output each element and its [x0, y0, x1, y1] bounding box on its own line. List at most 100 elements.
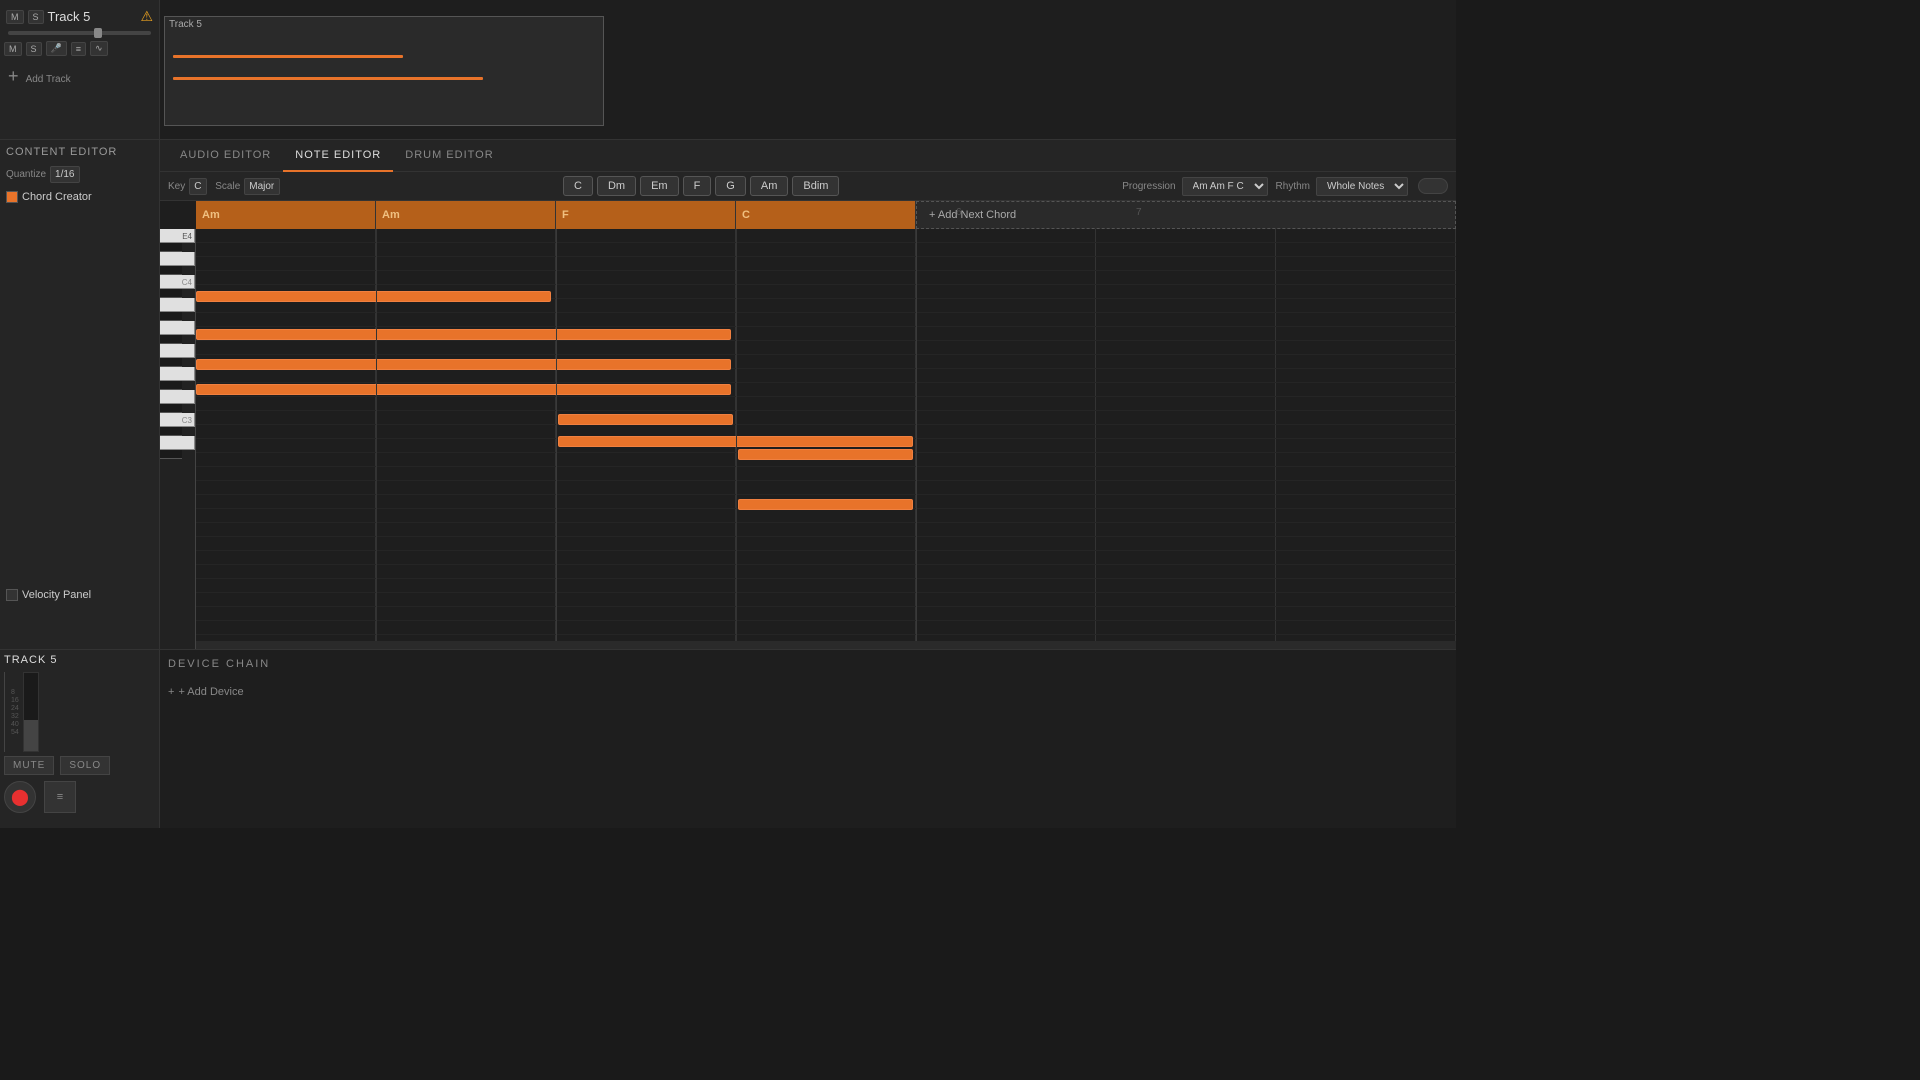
piano-key-white[interactable]: E4 — [160, 229, 195, 243]
piano-key-black[interactable] — [160, 381, 182, 390]
db-32: 32 — [11, 713, 19, 720]
grid-num-6: 6 — [956, 207, 962, 218]
chord-seg-f[interactable]: F — [556, 201, 736, 229]
record-button[interactable]: ⬤ — [4, 781, 36, 813]
piano-key-black[interactable] — [160, 427, 182, 436]
middle-section: Content Editor Quantize 1/16 1/8 1/4 Cho… — [0, 140, 1456, 650]
volume-indicator — [4, 672, 5, 752]
track5-clip[interactable]: Track 5 — [164, 16, 604, 126]
rhythm-row: Rhythm Whole Notes Half Notes — [1276, 177, 1448, 196]
track-header: M S Track 5 ⚠ M S 🎤 ≡ ∿ + Add Track — [0, 0, 160, 139]
content-editor-title: Content Editor — [6, 146, 153, 158]
piano-keys-upper: E4 C4 C3 — [160, 229, 195, 509]
record-arm-button[interactable]: 🎤 — [46, 41, 67, 56]
piano-key-black[interactable] — [160, 358, 182, 367]
piano-key-white[interactable] — [160, 252, 195, 266]
track5-bottom-label: TRACK 5 — [4, 654, 155, 666]
horizontal-scrollbar[interactable] — [196, 641, 1456, 649]
piano-key-black[interactable] — [160, 266, 182, 275]
chord-am[interactable]: Am — [750, 176, 789, 196]
chord-creator-checkbox[interactable] — [6, 191, 18, 203]
sync-toggle[interactable] — [1418, 178, 1448, 194]
track-header-top: M S Track 5 ⚠ — [4, 4, 155, 29]
volume-section: 8 16 24 32 40 54 — [4, 672, 155, 752]
mute-button[interactable]: MUTE — [4, 756, 54, 775]
timeline-area: Track 5 — [160, 0, 1456, 139]
progression-select[interactable]: Am Am F C — [1182, 177, 1268, 196]
s-button-2[interactable]: S — [26, 42, 42, 56]
bar-line-4 — [736, 229, 737, 649]
m-button[interactable]: M — [6, 10, 24, 24]
eq-button[interactable]: ≡ — [44, 781, 76, 813]
solo-button[interactable]: SOLO — [60, 756, 110, 775]
piano-key-black[interactable] — [160, 312, 182, 321]
key-select[interactable]: CDEFG — [189, 178, 207, 195]
m-button-2[interactable]: M — [4, 42, 22, 56]
piano-key-black[interactable] — [160, 335, 182, 344]
add-chord-button[interactable]: + Add Next Chord — [916, 201, 1456, 229]
piano-key-white[interactable] — [160, 436, 195, 450]
key-label: Key — [168, 181, 185, 192]
bottom-section: TRACK 5 8 16 24 32 40 54 MUTE SOLO ⬤ ≡ D — [0, 650, 1456, 828]
quantize-select[interactable]: 1/16 1/8 1/4 — [50, 166, 80, 183]
progression-label: Progression — [1122, 181, 1175, 192]
chord-bdim[interactable]: Bdim — [792, 176, 839, 196]
add-device-button[interactable]: + + Add Device — [168, 686, 1448, 698]
volume-fader[interactable] — [8, 31, 151, 35]
rhythm-select[interactable]: Whole Notes Half Notes — [1316, 177, 1408, 196]
note-c3[interactable] — [738, 499, 913, 510]
add-track-icon[interactable]: + — [8, 66, 19, 86]
mixer-button[interactable]: ≡ — [71, 42, 86, 56]
add-track-row: + Add Track — [4, 64, 155, 89]
track-name: Track 5 — [48, 9, 137, 24]
chord-seg-c[interactable]: C — [736, 201, 916, 229]
db-8: 8 — [11, 689, 19, 696]
editor-tabs: Audio Editor Note Editor Drum Editor — [160, 140, 1456, 172]
fader-thumb — [94, 28, 102, 38]
velocity-row: Velocity Panel — [6, 209, 153, 601]
piano-key-black[interactable] — [160, 404, 182, 413]
tab-note-editor[interactable]: Note Editor — [283, 140, 393, 172]
piano-key-black[interactable] — [160, 289, 182, 298]
chord-g[interactable]: G — [715, 176, 746, 196]
add-device-label: + Add Device — [178, 686, 243, 698]
tab-drum-editor[interactable]: Drum Editor — [393, 140, 505, 172]
piano-key-white[interactable] — [160, 344, 195, 358]
automation-button[interactable]: ∿ — [90, 41, 108, 56]
quantize-row: Quantize 1/16 1/8 1/4 — [6, 166, 153, 183]
note-c4[interactable] — [196, 329, 731, 340]
piano-key-black[interactable] — [160, 450, 182, 459]
tab-audio-editor[interactable]: Audio Editor — [168, 140, 283, 172]
chord-seg-am2[interactable]: Am — [376, 201, 556, 229]
piano-key-black[interactable] — [160, 243, 182, 252]
velocity-panel-checkbox[interactable] — [6, 589, 18, 601]
chord-em[interactable]: Em — [640, 176, 679, 196]
note-a3[interactable] — [196, 359, 731, 370]
piano-key-white[interactable] — [160, 321, 195, 335]
scale-select[interactable]: MajorMinor — [244, 178, 280, 195]
note-e4[interactable] — [196, 291, 551, 302]
db-40: 40 — [11, 721, 19, 728]
chord-segments: Am Am F C + Add Next Chord 6 7 — [196, 201, 1456, 229]
piano-key-white[interactable]: C3 — [160, 413, 195, 427]
piano-roll: Am Am F C + Add Next Chord 6 7 E4 C4 — [160, 201, 1456, 649]
chord-c[interactable]: C — [563, 176, 593, 196]
note-e4-2[interactable] — [196, 384, 731, 395]
grid-num-7: 7 — [1136, 207, 1142, 218]
chord-creator-row: Chord Creator — [6, 191, 153, 203]
note-g3[interactable] — [738, 449, 913, 460]
piano-key-white[interactable]: C4 — [160, 275, 195, 289]
piano-key-white[interactable] — [160, 367, 195, 381]
top-section: M S Track 5 ⚠ M S 🎤 ≡ ∿ + Add Track Trac… — [0, 0, 1456, 140]
note-f3-a[interactable] — [558, 414, 733, 425]
progression-row: Progression Am Am F C — [1122, 177, 1267, 196]
clip-line-2 — [173, 77, 483, 80]
chord-creator-label: Chord Creator — [22, 191, 92, 203]
piano-key-white[interactable] — [160, 390, 195, 404]
db-54: 54 — [11, 729, 19, 736]
piano-key-white[interactable] — [160, 298, 195, 312]
s-button[interactable]: S — [28, 10, 44, 24]
chord-dm[interactable]: Dm — [597, 176, 636, 196]
chord-f[interactable]: F — [683, 176, 712, 196]
chord-seg-am1[interactable]: Am — [196, 201, 376, 229]
